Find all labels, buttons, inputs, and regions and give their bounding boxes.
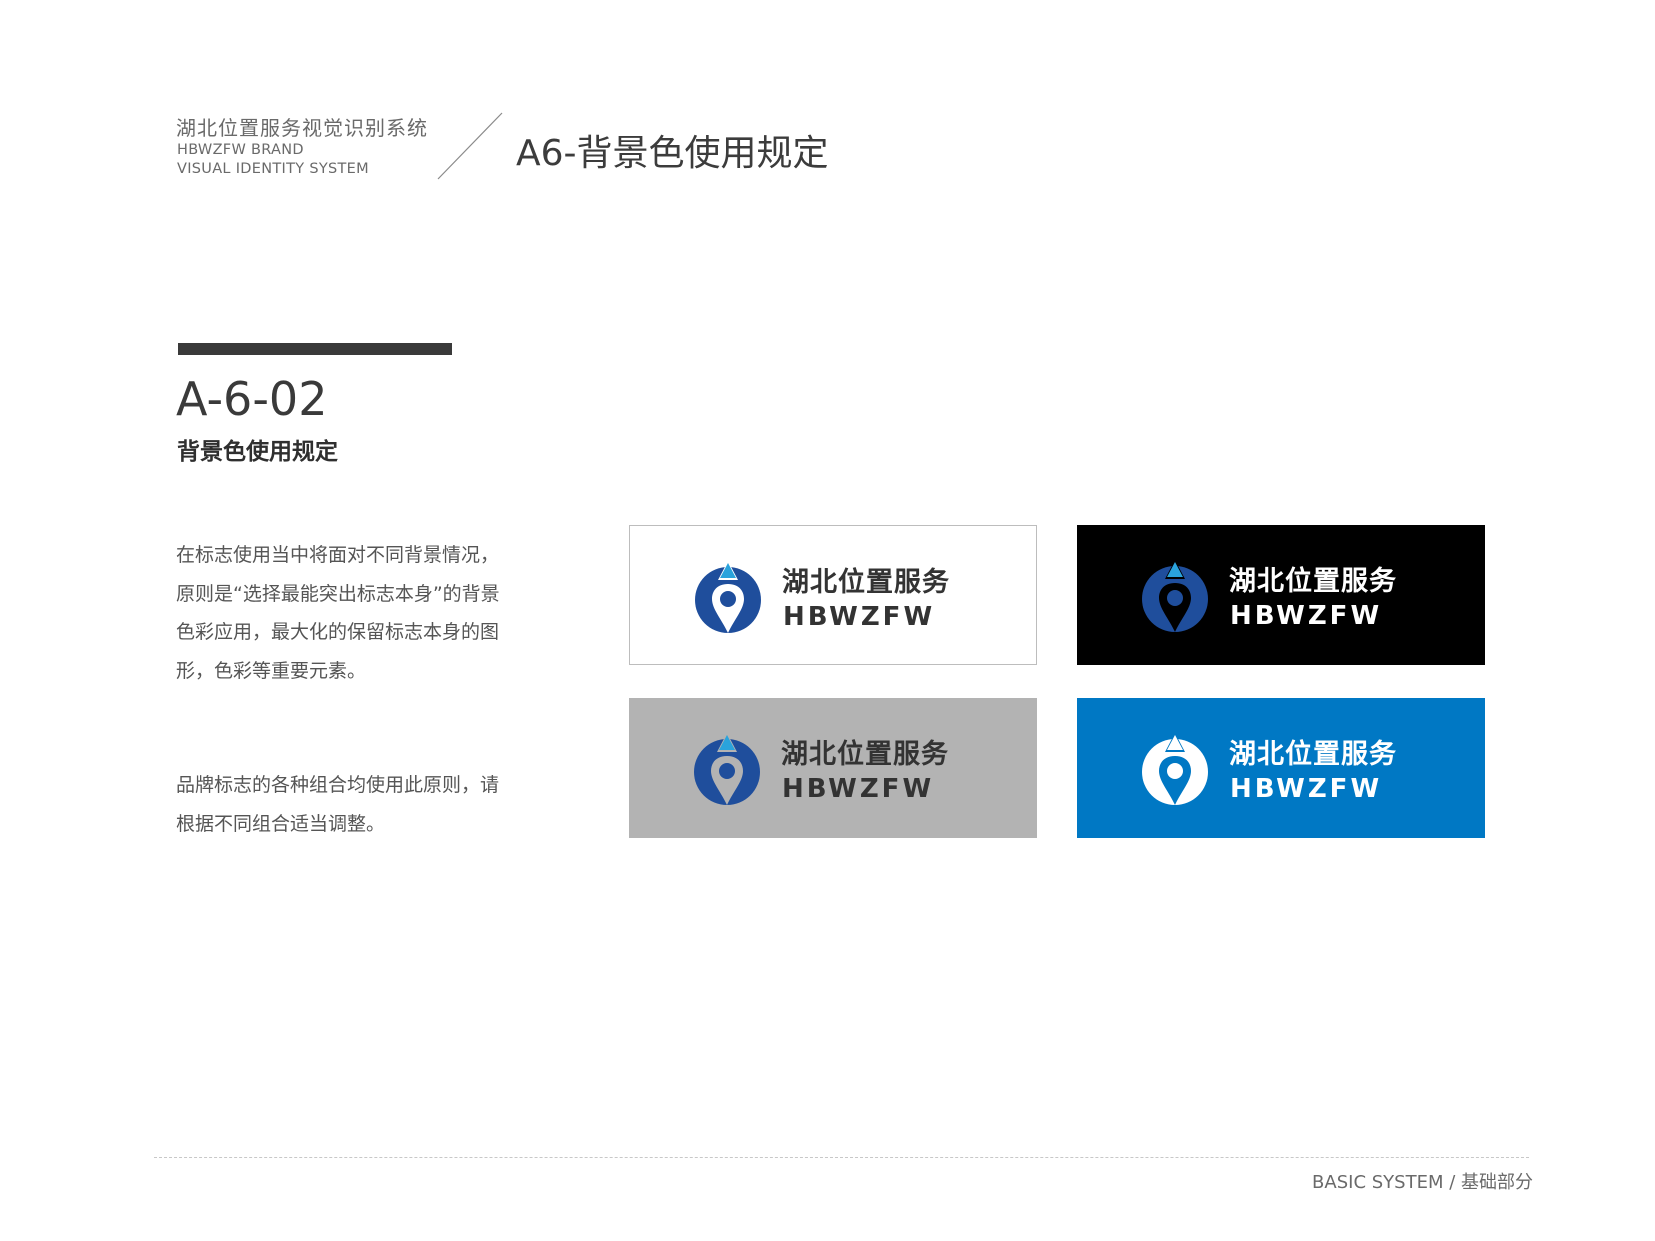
logo-name-en: HBWZFW <box>782 774 935 804</box>
location-pin-logo-icon <box>694 733 760 805</box>
location-pin-logo-icon <box>1142 560 1208 632</box>
logo-panel-gray-background: 湖北位置服务 HBWZFW <box>629 698 1037 838</box>
logo-name-cn: 湖北位置服务 <box>781 739 949 770</box>
logo-name-en: HBWZFW <box>783 602 936 632</box>
logo-panel-black-background: 湖北位置服务 HBWZFW <box>1077 525 1485 665</box>
section-accent-bar <box>178 343 452 355</box>
logo-panel-white-background: 湖北位置服务 HBWZFW <box>629 525 1037 665</box>
page-title: A6-背景色使用规定 <box>516 133 829 174</box>
logo-name-cn: 湖北位置服务 <box>782 567 950 598</box>
location-pin-logo-icon <box>695 561 761 633</box>
brand-title-en-line1: HBWZFW BRAND <box>177 142 304 158</box>
description-text-2: 品牌标志的各种组合均使用此原则，请根据不同组合适当调整。 <box>176 774 500 835</box>
logo-name-cn: 湖北位置服务 <box>1229 739 1397 770</box>
footer-dashed-divider <box>154 1157 1529 1158</box>
footer-label: BASIC SYSTEM / 基础部分 <box>1312 1172 1533 1193</box>
section-code: A-6-02 <box>176 372 328 426</box>
brand-title-en-line2: VISUAL IDENTITY SYSTEM <box>177 161 369 177</box>
section-title: 背景色使用规定 <box>177 439 338 465</box>
logo-name-en: HBWZFW <box>1230 774 1383 804</box>
header-divider-slash <box>437 112 503 180</box>
description-text-1: 在标志使用当中将面对不同背景情况，原则是“选择最能突出标志本身”的背景色彩应用，… <box>176 544 500 682</box>
location-pin-logo-icon <box>1142 733 1208 805</box>
brand-title-cn: 湖北位置服务视觉识别系统 <box>176 116 428 140</box>
logo-name-en: HBWZFW <box>1230 601 1383 631</box>
description-paragraph-1: 在标志使用当中将面对不同背景情况，原则是“选择最能突出标志本身”的背景色彩应用，… <box>176 536 502 690</box>
description-paragraph-2: 品牌标志的各种组合均使用此原则，请根据不同组合适当调整。 <box>176 766 502 843</box>
logo-panel-blue-background: 湖北位置服务 HBWZFW <box>1077 698 1485 838</box>
logo-name-cn: 湖北位置服务 <box>1229 566 1397 597</box>
